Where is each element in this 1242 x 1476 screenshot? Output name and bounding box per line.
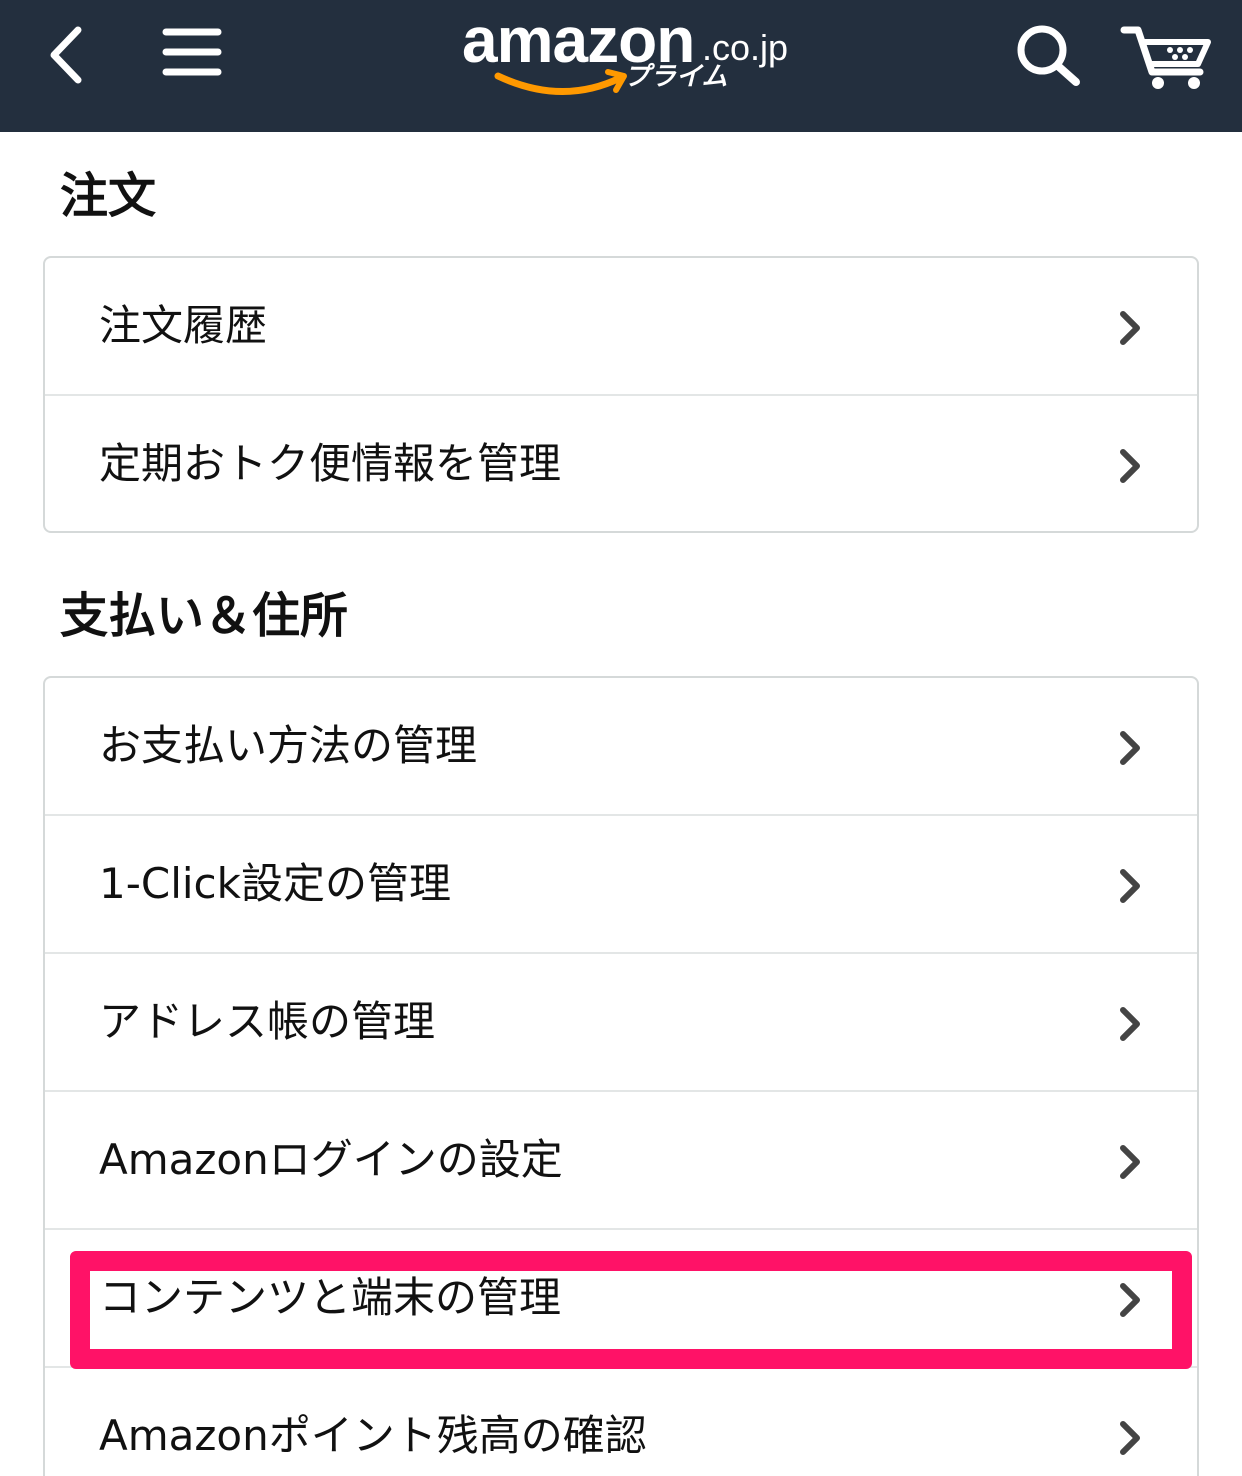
cart-icon[interactable] — [1118, 16, 1214, 92]
amazon-prime-logo[interactable]: amazon .co.jp プライム — [456, 6, 796, 116]
chevron-right-icon — [1120, 1421, 1140, 1455]
logo-smile-arrow-icon — [494, 69, 627, 95]
chevron-right-icon — [1120, 731, 1140, 765]
orders-menu-card: 注文履歴 定期おトク便情報を管理 — [43, 256, 1199, 533]
logo-domain: .co.jp — [702, 27, 789, 68]
menu-item-amazon-points[interactable]: Amazonポイント残高の確認 — [45, 1368, 1197, 1476]
menu-item-1-click-settings[interactable]: 1-Click設定の管理 — [45, 816, 1197, 954]
top-navigation-bar: amazon .co.jp プライム — [0, 0, 1242, 132]
menu-item-label: 注文履歴 — [99, 301, 268, 350]
payments-menu-card: お支払い方法の管理 1-Click設定の管理 アドレス帳の管理 Amazonログ… — [43, 676, 1199, 1476]
menu-item-label: Amazonログインの設定 — [99, 1135, 563, 1184]
search-icon[interactable] — [1012, 20, 1086, 90]
menu-item-label: 定期おトク便情報を管理 — [99, 439, 562, 488]
menu-item-label: コンテンツと端末の管理 — [99, 1273, 562, 1322]
chevron-right-icon — [1120, 1007, 1140, 1041]
menu-item-label: アドレス帳の管理 — [99, 997, 436, 1046]
section-title-payments-addresses: 支払い＆住所 — [60, 588, 349, 644]
menu-item-label: Amazonポイント残高の確認 — [99, 1411, 647, 1460]
chevron-right-icon — [1120, 311, 1140, 345]
menu-item-subscribe-and-save[interactable]: 定期おトク便情報を管理 — [45, 396, 1197, 531]
menu-item-address-book[interactable]: アドレス帳の管理 — [45, 954, 1197, 1092]
menu-item-order-history[interactable]: 注文履歴 — [45, 258, 1197, 396]
chevron-right-icon — [1120, 869, 1140, 903]
back-chevron-icon[interactable] — [40, 20, 96, 90]
menu-item-payment-methods[interactable]: お支払い方法の管理 — [45, 678, 1197, 816]
chevron-right-icon — [1120, 449, 1140, 483]
section-title-orders: 注文 — [60, 168, 157, 224]
chevron-right-icon — [1120, 1145, 1140, 1179]
menu-item-content-and-devices[interactable]: コンテンツと端末の管理 — [45, 1230, 1197, 1368]
menu-item-label: 1-Click設定の管理 — [99, 859, 451, 908]
menu-item-label: お支払い方法の管理 — [99, 721, 478, 770]
chevron-right-icon — [1120, 1283, 1140, 1317]
menu-item-login-with-amazon[interactable]: Amazonログインの設定 — [45, 1092, 1197, 1230]
logo-prime-label: プライム — [624, 62, 728, 92]
hamburger-menu-icon[interactable] — [160, 22, 224, 80]
